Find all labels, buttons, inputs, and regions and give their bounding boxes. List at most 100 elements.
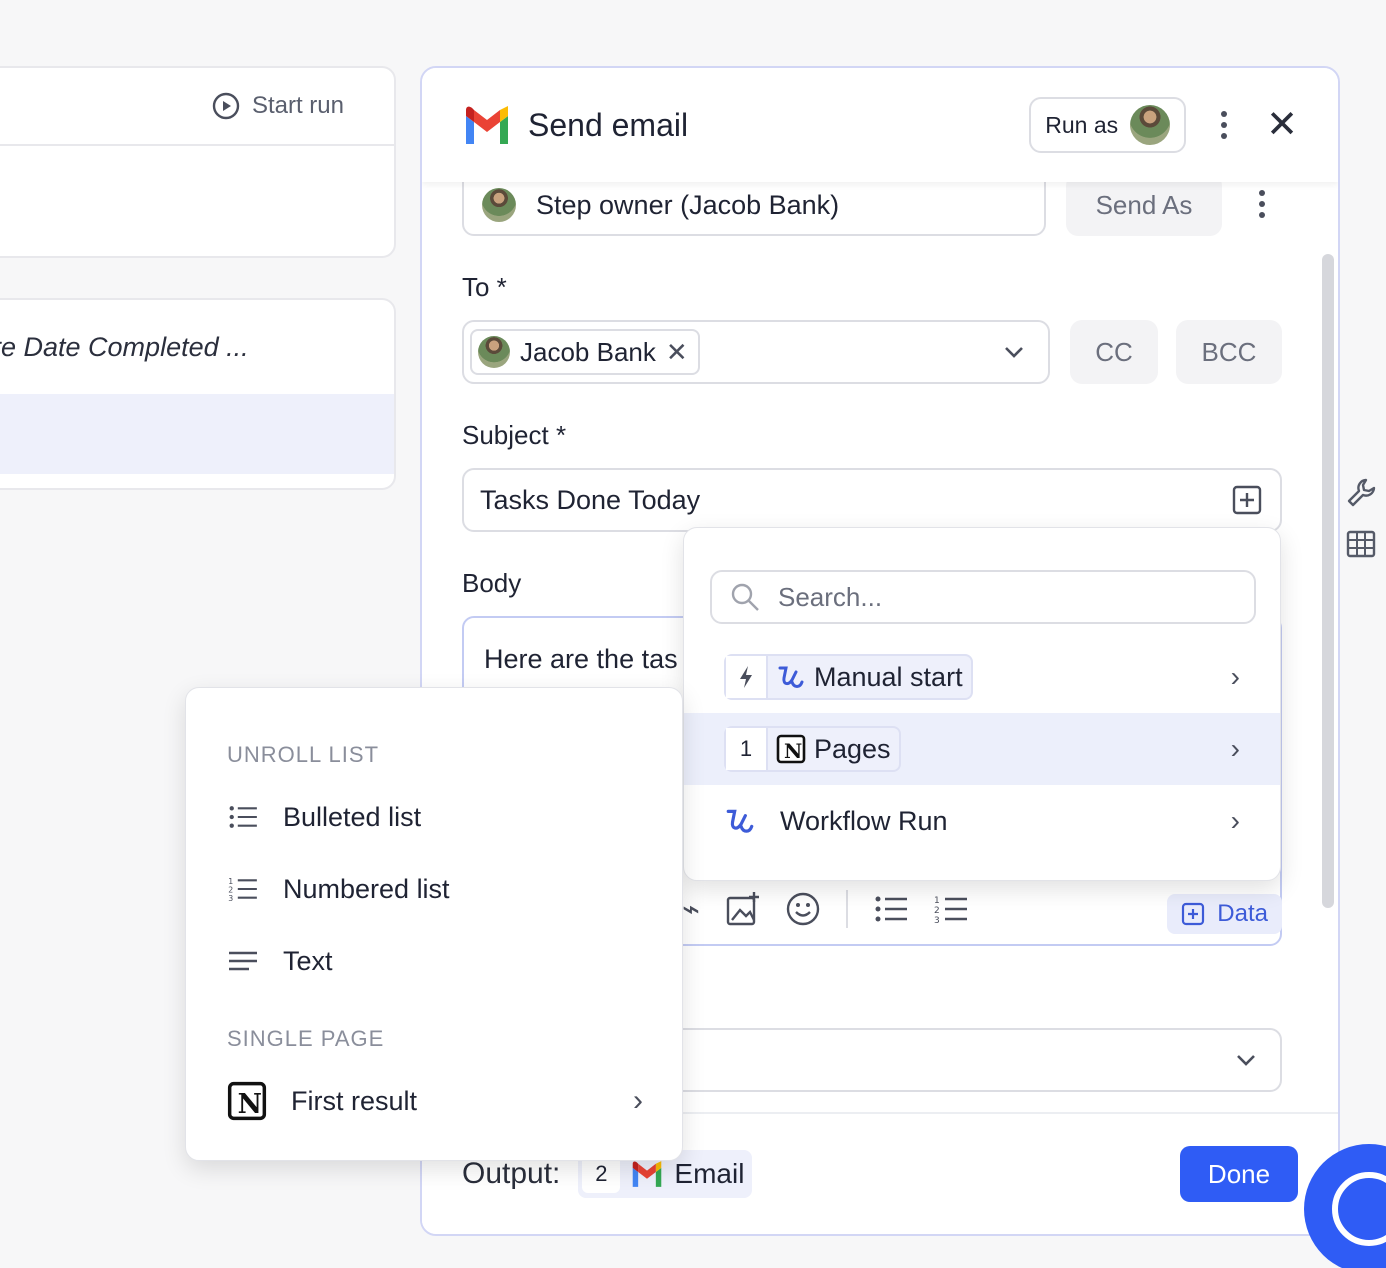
- data-button[interactable]: Data: [1167, 894, 1282, 934]
- card-step-text: re Date Completed ...: [0, 331, 249, 362]
- svg-text:1: 1: [934, 896, 940, 906]
- more-options-icon[interactable]: [1220, 111, 1228, 139]
- pages-step-number: 1: [726, 728, 768, 770]
- to-label: To *: [462, 272, 507, 302]
- send-as-button[interactable]: Send As: [1066, 174, 1222, 236]
- bulleted-list-label: Bulleted list: [283, 801, 422, 832]
- chevron-right-icon: ›: [633, 1084, 643, 1117]
- panel-title: Send email: [528, 106, 689, 143]
- to-field[interactable]: Jacob Bank ✕: [462, 320, 1050, 384]
- chevron-right-icon: ›: [1230, 661, 1240, 692]
- recipient-chip: Jacob Bank ✕: [470, 329, 700, 375]
- output-label: Output:: [462, 1157, 561, 1190]
- chat-icon: [1332, 1172, 1386, 1246]
- data-picker-dropdown: Search... Manual start › 1 N Pages › Wor…: [683, 527, 1281, 881]
- gmail-icon: [466, 106, 508, 144]
- insert-data-icon[interactable]: [1232, 485, 1262, 515]
- workflow-icon: [768, 662, 814, 692]
- start-run-label: Start run: [251, 92, 344, 119]
- play-circle-icon: [212, 92, 240, 120]
- close-icon[interactable]: ✕: [1266, 106, 1298, 144]
- send-as-button-label: Send As: [1095, 189, 1193, 220]
- workflow-icon: [724, 805, 756, 837]
- wrench-icon[interactable]: [1346, 478, 1376, 508]
- panel-header: Send email Run as ✕: [422, 68, 1338, 182]
- first-result-label: First result: [291, 1085, 418, 1116]
- single-page-heading: SINGLE PAGE: [227, 1026, 385, 1051]
- bcc-label: BCC: [1201, 336, 1257, 367]
- cc-label: CC: [1095, 336, 1133, 367]
- pages-label: Pages: [814, 733, 891, 764]
- workflow-card-top: Start run: [0, 66, 396, 258]
- run-as-label: Run as: [1045, 111, 1119, 138]
- subject-input[interactable]: Tasks Done Today: [462, 468, 1282, 532]
- send-as-value: Step owner (Jacob Bank): [536, 189, 840, 220]
- notion-icon: N: [768, 734, 814, 764]
- text-label: Text: [283, 945, 333, 976]
- add-box-icon: [1182, 902, 1205, 926]
- body-toolbar: ⌁ 123: [682, 890, 968, 928]
- svg-text:2: 2: [934, 906, 940, 916]
- avatar: [478, 336, 510, 368]
- bulleted-list-option[interactable]: Bulleted list: [227, 792, 643, 842]
- svg-text:3: 3: [228, 894, 233, 902]
- notion-icon: N: [227, 1081, 267, 1121]
- done-label: Done: [1207, 1158, 1271, 1189]
- bulleted-list-icon[interactable]: [874, 894, 908, 924]
- svg-text:N: N: [784, 739, 802, 763]
- search-input[interactable]: Search...: [710, 570, 1256, 624]
- link-icon[interactable]: ⌁: [682, 892, 700, 927]
- numbered-list-icon: 123: [228, 877, 257, 902]
- chevron-right-icon: ›: [1230, 805, 1240, 836]
- subject-value: Tasks Done Today: [480, 484, 701, 515]
- manual-start-label: Manual start: [814, 661, 963, 692]
- numbered-list-icon[interactable]: 123: [934, 894, 968, 924]
- emoji-icon[interactable]: [786, 892, 820, 926]
- lightning-icon: [726, 656, 768, 698]
- bulleted-list-icon: [229, 806, 257, 828]
- gmail-icon: [633, 1161, 662, 1187]
- run-as-button[interactable]: Run as: [1029, 97, 1187, 153]
- text-lines-icon: [229, 951, 257, 971]
- body-text: Here are the tas: [484, 644, 678, 674]
- first-result-option[interactable]: N First result ›: [227, 1076, 643, 1126]
- table-icon[interactable]: [1346, 530, 1376, 558]
- recipient-name: Jacob Bank: [520, 336, 656, 367]
- svg-text:2: 2: [228, 885, 233, 894]
- numbered-list-label: Numbered list: [283, 873, 450, 904]
- chevron-down-icon[interactable]: [1002, 340, 1026, 364]
- scrollbar[interactable]: [1322, 254, 1334, 908]
- chevron-down-icon: [1237, 1055, 1255, 1066]
- workflow-card-mid[interactable]: re Date Completed ...: [0, 298, 396, 490]
- output-name: Email: [674, 1158, 745, 1189]
- data-source-workflow-run[interactable]: Workflow Run ›: [684, 785, 1280, 857]
- numbered-list-option[interactable]: 123 Numbered list: [227, 864, 643, 914]
- insert-image-icon[interactable]: [726, 892, 760, 926]
- side-toolbar: [1346, 478, 1376, 558]
- card-highlight-row[interactable]: [0, 394, 394, 474]
- svg-text:N: N: [238, 1089, 262, 1120]
- data-button-label: Data: [1217, 900, 1268, 927]
- search-placeholder: Search...: [778, 581, 883, 612]
- send-as-more-icon[interactable]: [1258, 190, 1266, 218]
- chevron-right-icon: ›: [1230, 733, 1240, 764]
- data-source-pages[interactable]: 1 N Pages ›: [684, 713, 1280, 785]
- start-run-button[interactable]: Start run: [0, 68, 394, 146]
- remove-recipient-icon[interactable]: ✕: [666, 337, 688, 368]
- cc-button[interactable]: CC: [1070, 320, 1158, 384]
- svg-text:3: 3: [934, 916, 940, 924]
- search-icon: [731, 583, 759, 611]
- done-button[interactable]: Done: [1180, 1146, 1298, 1202]
- unroll-list-heading: UNROLL LIST: [227, 742, 380, 767]
- bcc-button[interactable]: BCC: [1176, 320, 1282, 384]
- pages-format-popup: UNROLL LIST Bulleted list 123 Numbered l…: [185, 687, 683, 1161]
- pages-chip: 1 N Pages: [724, 726, 901, 772]
- body-label: Body: [462, 568, 522, 598]
- workflow-run-label: Workflow Run: [780, 805, 948, 836]
- text-option[interactable]: Text: [227, 936, 643, 986]
- data-source-manual-start[interactable]: Manual start ›: [684, 641, 1280, 713]
- svg-text:1: 1: [228, 877, 233, 886]
- toolbar-divider: [846, 890, 849, 928]
- avatar: [1130, 105, 1171, 145]
- avatar: [482, 188, 516, 222]
